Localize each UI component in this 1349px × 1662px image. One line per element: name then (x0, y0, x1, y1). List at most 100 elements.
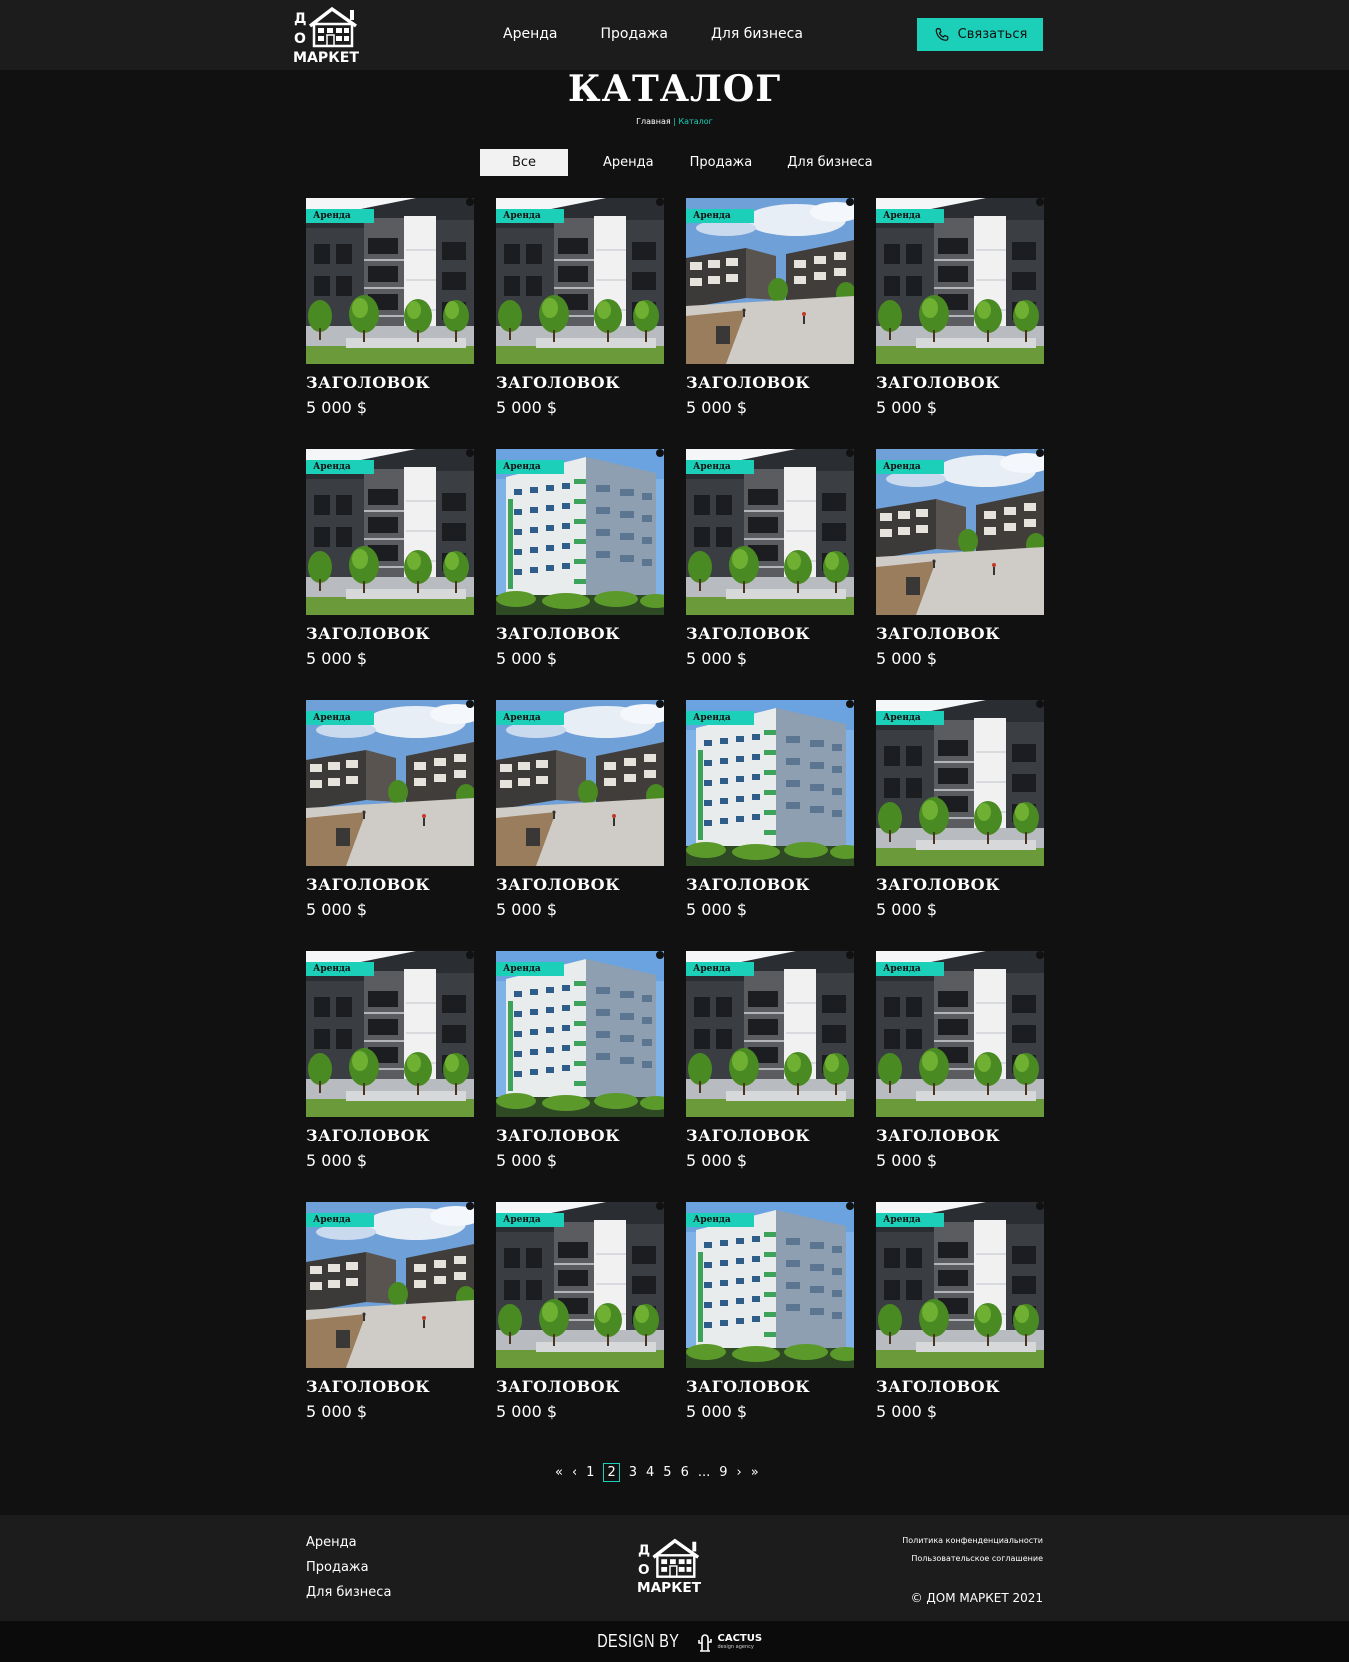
card-badge: Аренда (306, 962, 374, 976)
breadcrumb-separator: | (673, 117, 676, 126)
card-image: Аренда (306, 198, 474, 364)
card-badge: Аренда (876, 962, 944, 976)
card-badge: Аренда (876, 711, 944, 725)
pagination-page-6[interactable]: 6 (681, 1465, 689, 1480)
pagination-page-4[interactable]: 4 (646, 1465, 654, 1480)
filter-rent[interactable]: Аренда (603, 155, 654, 170)
card-corner-dot (1036, 449, 1044, 457)
card-badge: Аренда (686, 1213, 754, 1227)
card-badge: Аренда (306, 711, 374, 725)
card-badge: Аренда (876, 209, 944, 223)
pagination-page-2[interactable]: 2 (603, 1462, 620, 1482)
catalog-card[interactable]: Аренда ЗАГОЛОВОК 5 000 $ (686, 1202, 854, 1421)
footer-link-rent[interactable]: Аренда (306, 1535, 391, 1550)
catalog-card[interactable]: Аренда ЗАГОЛОВОК 5 000 $ (496, 1202, 664, 1421)
filter-sale[interactable]: Продажа (690, 155, 753, 170)
card-title: ЗАГОЛОВОК (496, 1377, 621, 1396)
card-price: 5 000 $ (686, 900, 748, 919)
card-image: Аренда (876, 951, 1044, 1117)
card-image: Аренда (496, 449, 664, 615)
catalog-card[interactable]: Аренда ЗАГОЛОВОК 5 000 $ (686, 700, 854, 919)
card-corner-dot (1036, 700, 1044, 708)
catalog-card[interactable]: Аренда ЗАГОЛОВОК 5 000 $ (876, 1202, 1044, 1421)
card-title: ЗАГОЛОВОК (306, 875, 431, 894)
catalog-card[interactable]: Аренда ЗАГОЛОВОК 5 000 $ (686, 198, 854, 417)
card-title: ЗАГОЛОВОК (306, 1377, 431, 1396)
pagination-page-1[interactable]: 1 (586, 1465, 594, 1480)
filter-all[interactable]: Все (480, 149, 568, 176)
catalog-card[interactable]: Аренда ЗАГОЛОВОК 5 000 $ (306, 700, 474, 919)
card-badge: Аренда (686, 711, 754, 725)
catalog-card[interactable]: Аренда ЗАГОЛОВОК 5 000 $ (496, 951, 664, 1170)
privacy-policy-link[interactable]: Политика конфенденциальности (902, 1536, 1043, 1545)
card-price: 5 000 $ (496, 1151, 558, 1170)
card-title: ЗАГОЛОВОК (306, 1126, 431, 1145)
card-title: ЗАГОЛОВОК (686, 875, 811, 894)
cactus-brand: CACTUS design agency (697, 1631, 762, 1653)
card-corner-dot (656, 449, 664, 457)
card-corner-dot (846, 700, 854, 708)
card-corner-dot (846, 198, 854, 206)
pagination: « ‹ 1 2 3 4 5 6 ... 9 › » (555, 1461, 768, 1483)
design-credit[interactable]: DESIGN BY CACTUS design agency (0, 1621, 1349, 1662)
catalog-card[interactable]: Аренда ЗАГОЛОВОК 5 000 $ (876, 449, 1044, 668)
card-price: 5 000 $ (306, 1151, 368, 1170)
pagination-ellipsis: ... (697, 1464, 711, 1480)
footer-link-sale[interactable]: Продажа (306, 1560, 391, 1575)
pagination-prev[interactable]: ‹ (572, 1465, 577, 1480)
phone-icon (935, 27, 949, 41)
pagination-page-9[interactable]: 9 (719, 1465, 727, 1480)
card-badge: Аренда (496, 1213, 564, 1227)
nav-rent[interactable]: Аренда (503, 26, 558, 42)
cactus-icon (698, 1633, 713, 1652)
card-image: Аренда (686, 1202, 854, 1368)
filter-business[interactable]: Для бизнеса (787, 155, 872, 170)
card-image: Аренда (686, 700, 854, 866)
nav-business[interactable]: Для бизнеса (711, 26, 803, 42)
card-title: ЗАГОЛОВОК (496, 1126, 621, 1145)
pagination-last[interactable]: » (751, 1465, 759, 1480)
catalog-card[interactable]: Аренда ЗАГОЛОВОК 5 000 $ (496, 449, 664, 668)
pagination-page-5[interactable]: 5 (663, 1465, 671, 1480)
card-price: 5 000 $ (876, 1402, 938, 1421)
nav-sale[interactable]: Продажа (601, 26, 668, 42)
card-title: ЗАГОЛОВОК (496, 875, 621, 894)
card-badge: Аренда (496, 962, 564, 976)
pagination-first[interactable]: « (555, 1465, 563, 1480)
pagination-page-3[interactable]: 3 (629, 1465, 637, 1480)
pagination-next[interactable]: › (737, 1465, 742, 1480)
card-image: Аренда (686, 951, 854, 1117)
catalog-grid: Аренда ЗАГОЛОВОК 5 000 $ Аренда ЗАГОЛОВО… (306, 198, 1044, 1421)
card-corner-dot (466, 951, 474, 959)
card-badge: Аренда (686, 962, 754, 976)
catalog-card[interactable]: Аренда ЗАГОЛОВОК 5 000 $ (496, 198, 664, 417)
catalog-card[interactable]: Аренда ЗАГОЛОВОК 5 000 $ (306, 198, 474, 417)
catalog-card[interactable]: Аренда ЗАГОЛОВОК 5 000 $ (876, 700, 1044, 919)
logo-icon[interactable] (292, 4, 362, 66)
card-price: 5 000 $ (876, 1151, 938, 1170)
card-corner-dot (1036, 198, 1044, 206)
catalog-card[interactable]: Аренда ЗАГОЛОВОК 5 000 $ (876, 951, 1044, 1170)
catalog-card[interactable]: Аренда ЗАГОЛОВОК 5 000 $ (306, 951, 474, 1170)
card-corner-dot (846, 449, 854, 457)
card-image: Аренда (496, 1202, 664, 1368)
footer-link-business[interactable]: Для бизнеса (306, 1585, 391, 1600)
card-badge: Аренда (306, 460, 374, 474)
contact-button[interactable]: Связаться (917, 18, 1043, 51)
user-agreement-link[interactable]: Пользовательское соглашение (902, 1554, 1043, 1563)
catalog-card[interactable]: Аренда ЗАГОЛОВОК 5 000 $ (686, 449, 854, 668)
footer-logo-icon[interactable] (636, 1535, 704, 1597)
card-price: 5 000 $ (306, 900, 368, 919)
site-footer: Аренда Продажа Для бизнеса Политика конф… (0, 1515, 1349, 1621)
catalog-card[interactable]: Аренда ЗАГОЛОВОК 5 000 $ (496, 700, 664, 919)
card-corner-dot (466, 198, 474, 206)
breadcrumb-home[interactable]: Главная (636, 117, 671, 126)
card-price: 5 000 $ (686, 1402, 748, 1421)
catalog-card[interactable]: Аренда ЗАГОЛОВОК 5 000 $ (686, 951, 854, 1170)
catalog-card[interactable]: Аренда ЗАГОЛОВОК 5 000 $ (306, 449, 474, 668)
breadcrumb: Главная | Каталог (0, 117, 1349, 126)
breadcrumb-current: Каталог (678, 117, 713, 126)
catalog-card[interactable]: Аренда ЗАГОЛОВОК 5 000 $ (876, 198, 1044, 417)
card-title: ЗАГОЛОВОК (876, 1377, 1001, 1396)
catalog-card[interactable]: Аренда ЗАГОЛОВОК 5 000 $ (306, 1202, 474, 1421)
